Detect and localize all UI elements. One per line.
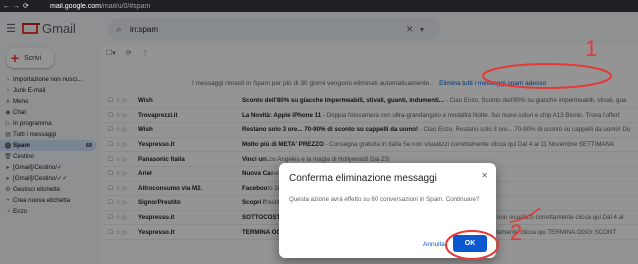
browser-bar: ←→⟳ mail.google.com/mail/u/0/#spam [0,0,638,12]
cancel-button[interactable]: Annulla [423,241,445,248]
address-bar[interactable]: mail.google.com/mail/u/0/#spam [50,3,638,10]
close-icon[interactable]: ✕ [481,171,488,180]
browser-nav-icons[interactable]: ←→⟳ [0,2,50,10]
ok-button[interactable]: OK [453,235,487,252]
confirm-dialog: Conferma eliminazione messaggi ✕ Questa … [279,163,496,258]
dialog-title: Conferma eliminazione messaggi [289,173,437,184]
dialog-body: Questa azione avrà effetto su 60 convers… [289,196,480,203]
